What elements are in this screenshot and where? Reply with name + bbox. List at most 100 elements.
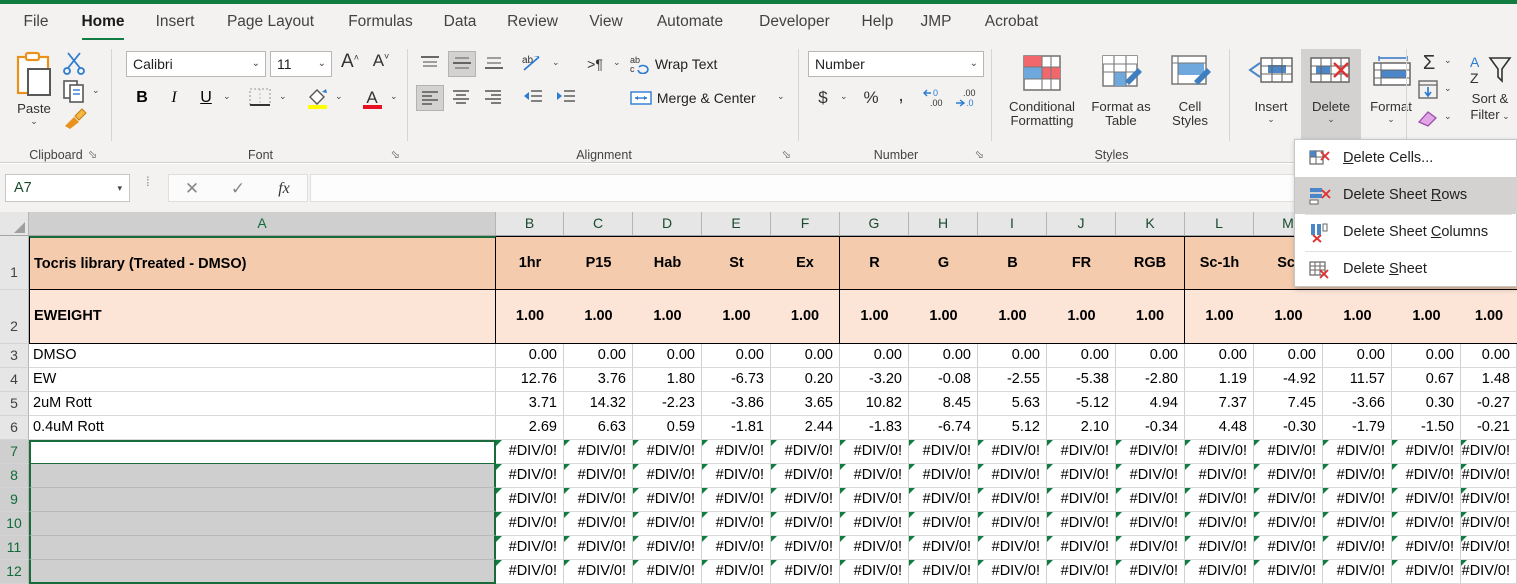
- bold-button[interactable]: B: [129, 85, 155, 111]
- cell-d6[interactable]: 0.59: [633, 416, 702, 440]
- cell-x1210[interactable]: #DIV/0!: [1323, 512, 1392, 536]
- align-bottom-button[interactable]: [480, 51, 508, 77]
- cell-l10[interactable]: #DIV/0!: [1185, 512, 1254, 536]
- cell-k11[interactable]: #DIV/0!: [1116, 536, 1185, 560]
- cell-d9[interactable]: #DIV/0!: [633, 488, 702, 512]
- cell-c5[interactable]: 14.32: [564, 392, 633, 416]
- cell-l4[interactable]: 1.19: [1185, 368, 1254, 392]
- cell-label-row6[interactable]: 0.4uM Rott: [29, 416, 496, 440]
- cell-header-j[interactable]: FR: [1047, 236, 1116, 290]
- conditional-formatting-button[interactable]: Conditional Formatting: [1001, 49, 1083, 153]
- select-all-button[interactable]: [0, 212, 29, 235]
- cell-styles-button[interactable]: Cell Styles: [1159, 49, 1221, 153]
- cell-g7[interactable]: #DIV/0!: [840, 440, 909, 464]
- cell-x149[interactable]: #DIV/0!: [1461, 488, 1517, 512]
- cell-i5[interactable]: 5.63: [978, 392, 1047, 416]
- cell-l8[interactable]: #DIV/0!: [1185, 464, 1254, 488]
- cell-d4[interactable]: 1.80: [633, 368, 702, 392]
- font-size-chevron-down-icon[interactable]: ⌄: [318, 52, 326, 76]
- cell-header-d[interactable]: Hab: [633, 236, 702, 290]
- cell-j7[interactable]: #DIV/0!: [1047, 440, 1116, 464]
- number-dialog-launcher[interactable]: ⬂: [975, 148, 984, 161]
- cell-x1411[interactable]: #DIV/0!: [1461, 536, 1517, 560]
- cell-d3[interactable]: 0.00: [633, 344, 702, 368]
- sort-filter-chevron-down-icon[interactable]: ⌄: [1500, 111, 1510, 121]
- cell-g5[interactable]: 10.82: [840, 392, 909, 416]
- cell-h6[interactable]: -6.74: [909, 416, 978, 440]
- cell-m12[interactable]: #DIV/0!: [1254, 560, 1323, 584]
- cell-k9[interactable]: #DIV/0!: [1116, 488, 1185, 512]
- font-color-button[interactable]: A: [358, 85, 388, 111]
- cell-eweight-h[interactable]: 1.00: [909, 290, 978, 344]
- alignment-dialog-launcher[interactable]: ⬂: [782, 148, 791, 161]
- cell-c3[interactable]: 0.00: [564, 344, 633, 368]
- cell-x1212[interactable]: #DIV/0!: [1323, 560, 1392, 584]
- row-header-5[interactable]: 5: [0, 392, 29, 416]
- name-box[interactable]: A7 ▾: [5, 174, 130, 202]
- decrease-indent-button[interactable]: >¶: [580, 51, 610, 77]
- cell-i4[interactable]: -2.55: [978, 368, 1047, 392]
- column-header-c[interactable]: C: [564, 212, 633, 235]
- orientation-chevron-down-icon[interactable]: ⌄: [552, 57, 560, 68]
- cell-j8[interactable]: #DIV/0!: [1047, 464, 1116, 488]
- cell-m7[interactable]: #DIV/0!: [1254, 440, 1323, 464]
- row-header-2[interactable]: 2: [0, 290, 29, 344]
- cancel-icon[interactable]: ✕: [169, 175, 215, 203]
- cell-x133[interactable]: 0.00: [1392, 344, 1461, 368]
- cell-eweight-e[interactable]: 1.00: [702, 290, 771, 344]
- cell-l6[interactable]: 4.48: [1185, 416, 1254, 440]
- number-format-chevron-down-icon[interactable]: ⌄: [970, 52, 978, 76]
- cell-header-i[interactable]: B: [978, 236, 1047, 290]
- cell-a11[interactable]: [29, 536, 496, 560]
- cell-m3[interactable]: 0.00: [1254, 344, 1323, 368]
- cell-f5[interactable]: 3.65: [771, 392, 840, 416]
- cell-h4[interactable]: -0.08: [909, 368, 978, 392]
- cell-label-row3[interactable]: DMSO: [29, 344, 496, 368]
- cell-l11[interactable]: #DIV/0!: [1185, 536, 1254, 560]
- percent-format-button[interactable]: %: [858, 85, 884, 111]
- align-top-button[interactable]: [416, 51, 444, 77]
- cell-l7[interactable]: #DIV/0!: [1185, 440, 1254, 464]
- cell-eweight-j[interactable]: 1.00: [1047, 290, 1116, 344]
- cell-eweight-g[interactable]: 1.00: [840, 290, 909, 344]
- insert-function-icon[interactable]: fx: [261, 175, 307, 203]
- font-name-input[interactable]: Calibri ⌄: [126, 51, 266, 77]
- fill-color-button[interactable]: [303, 85, 333, 111]
- fill-color-chevron-down-icon[interactable]: ⌄: [335, 91, 343, 102]
- ribbon-tab-jmp[interactable]: JMP: [911, 4, 961, 43]
- cell-x145[interactable]: -0.27: [1461, 392, 1517, 416]
- cell-x128[interactable]: #DIV/0!: [1323, 464, 1392, 488]
- row-header-1[interactable]: 1: [0, 236, 29, 290]
- ribbon-tab-page-layout[interactable]: Page Layout: [212, 4, 329, 43]
- cell-b5[interactable]: 3.71: [496, 392, 564, 416]
- cell-g9[interactable]: #DIV/0!: [840, 488, 909, 512]
- cell-eweight-l[interactable]: 1.00: [1185, 290, 1254, 344]
- cell-x1310[interactable]: #DIV/0!: [1392, 512, 1461, 536]
- cell-b7[interactable]: #DIV/0!: [496, 440, 564, 464]
- cell-a12[interactable]: [29, 560, 496, 584]
- orientation-button[interactable]: ab: [519, 51, 549, 77]
- cell-f11[interactable]: #DIV/0!: [771, 536, 840, 560]
- align-middle-button[interactable]: [448, 51, 476, 77]
- cell-m10[interactable]: #DIV/0!: [1254, 512, 1323, 536]
- menu-item-delete-sheet-columns[interactable]: Delete Sheet Columns: [1295, 214, 1517, 251]
- cell-j5[interactable]: -5.12: [1047, 392, 1116, 416]
- cell-x135[interactable]: 0.30: [1392, 392, 1461, 416]
- decrease-font-size-button[interactable]: A˅: [368, 51, 394, 77]
- cell-c8[interactable]: #DIV/0!: [564, 464, 633, 488]
- cell-d8[interactable]: #DIV/0!: [633, 464, 702, 488]
- cell-eweight-k[interactable]: 1.00: [1116, 290, 1185, 344]
- cell-k3[interactable]: 0.00: [1116, 344, 1185, 368]
- borders-button[interactable]: [246, 85, 276, 111]
- cell-a2[interactable]: EWEIGHT: [29, 290, 496, 344]
- wrap-text-button[interactable]: ab c Wrap Text: [629, 51, 717, 77]
- cell-j9[interactable]: #DIV/0!: [1047, 488, 1116, 512]
- cell-f6[interactable]: 2.44: [771, 416, 840, 440]
- fill-chevron-down-icon[interactable]: ⌄: [1444, 83, 1452, 94]
- cell-h10[interactable]: #DIV/0!: [909, 512, 978, 536]
- cell-k8[interactable]: #DIV/0!: [1116, 464, 1185, 488]
- fill-button[interactable]: [1416, 79, 1442, 103]
- cell-i9[interactable]: #DIV/0!: [978, 488, 1047, 512]
- column-header-e[interactable]: E: [702, 212, 771, 235]
- cell-x1211[interactable]: #DIV/0!: [1323, 536, 1392, 560]
